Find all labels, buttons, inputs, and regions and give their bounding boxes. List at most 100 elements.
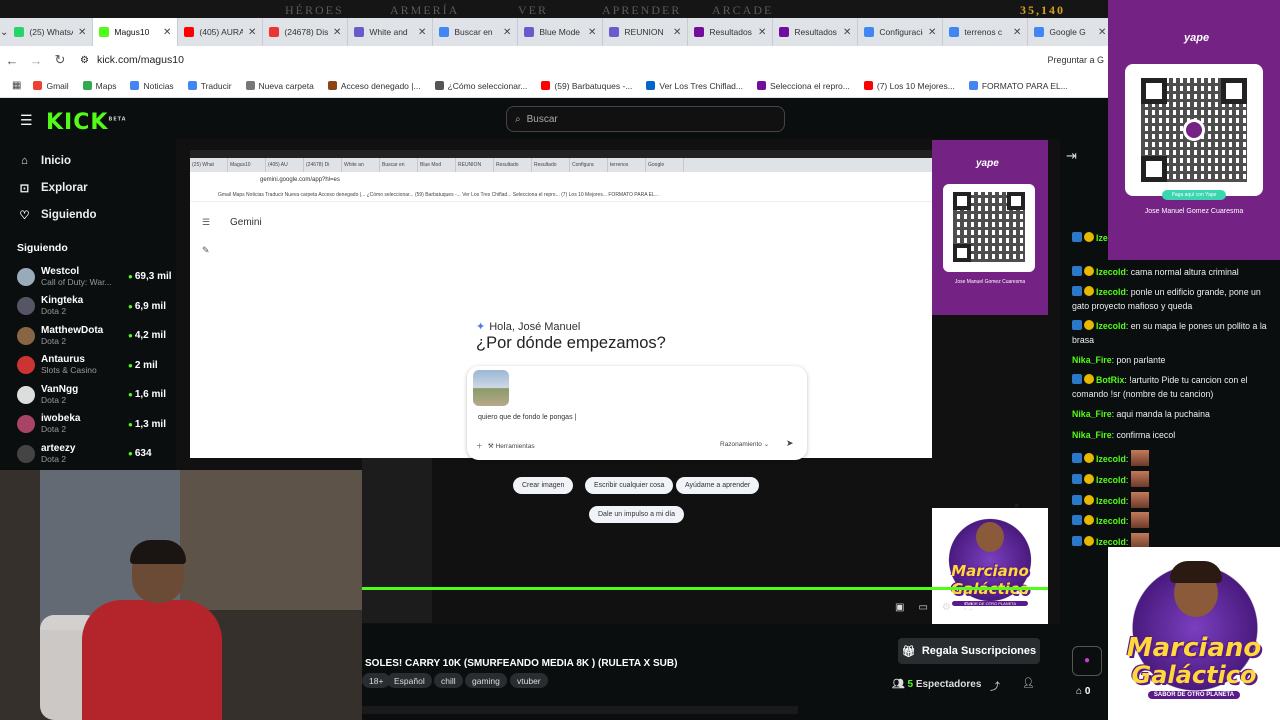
tab-close-icon[interactable]: ✕ [928,27,936,38]
follow-user-icon[interactable]: 👤︎ [1022,678,1035,689]
tag-gaming[interactable]: gaming [465,673,507,688]
bookmark-item[interactable]: Ver Los Tres Chiflad... [646,81,743,91]
following-channel[interactable]: iwobeka Dota 2 ● 1,3 mil [0,410,176,440]
tab-close-icon[interactable]: ✕ [503,27,511,38]
forward-icon[interactable]: → [24,53,48,68]
tab-close-icon[interactable]: ✕ [418,27,426,38]
nav-siguiendo[interactable]: ♡ Siguiendo [0,201,176,228]
bookmark-item[interactable]: FORMATO PARA EL... [968,81,1068,91]
chat-username[interactable]: Nika_Fire [1072,409,1112,419]
theater-icon[interactable]: ▭ [918,602,941,613]
tab-10[interactable]: Configuración ✕ [858,18,944,46]
tab-close-icon[interactable]: ✕ [588,27,596,38]
nav-explorar[interactable]: ⊡ Explorar [0,174,176,201]
sub-badge-icon [1084,536,1094,546]
tab-9[interactable]: Resultados ✕ [773,18,859,46]
bookmark-item[interactable]: Maps [82,81,116,91]
ghost-nav-2: ARMERÍA [390,3,460,17]
following-channel[interactable]: arteezy Dota 2 ● 634 [0,439,176,469]
chat-username[interactable]: Izecold [1096,516,1126,526]
collapse-chat-icon[interactable]: ⇥ [1066,148,1077,164]
bookmark-item[interactable]: Gmail [33,81,69,91]
nav-inicio[interactable]: ⌂ Inicio [0,147,176,174]
search-input[interactable]: ⌕ Buscar [506,106,785,132]
live-dot-icon: ● [128,331,133,341]
following-channel[interactable]: VanNgg Dota 2 ● 1,6 mil [0,380,176,410]
back-icon[interactable]: ← [0,53,24,68]
tab-label: (25) WhatsApp [29,27,73,37]
bookmark-item[interactable]: Traducir [187,81,232,91]
gemini-prompt-text: quiero que de fondo le pongas | [478,414,577,421]
chat-username[interactable]: BotRix [1096,375,1124,385]
avatar [17,444,35,463]
chat-username[interactable]: Izecold [1096,537,1126,547]
chat-username[interactable]: Izecold [1096,267,1126,277]
tab-list-icon[interactable]: ⌄ [0,27,8,38]
reload-icon[interactable]: ↻ [48,52,72,68]
gift-subs-button[interactable]: 🎁︎ Regala Suscripciones [898,638,1040,664]
fullscreen-icon[interactable]: ⛶ [965,602,986,613]
tag-espanol[interactable]: Español [387,673,432,688]
tab-close-icon[interactable]: ✕ [163,27,171,38]
kick-logo[interactable]: KICKBETA [46,110,127,135]
bookmark-item[interactable]: (7) Los 10 Mejores... [863,81,955,91]
menu-icon[interactable]: ☰ [20,112,33,129]
tab-7[interactable]: REUNION ✕ [603,18,689,46]
mini-url: gemini.google.com/app?hl=es [260,177,340,183]
tab-4[interactable]: White and ✕ [348,18,434,46]
pip-icon[interactable]: ▣ [895,602,918,613]
chat-username[interactable]: Izecold [1096,454,1126,464]
users-icon: 👥︎ [892,679,905,690]
following-channel[interactable]: MatthewDota Dota 2 ● 4,2 mil [0,321,176,351]
bookmark-item[interactable]: (59) Barbatuques -... [541,81,632,91]
tab-close-icon[interactable]: ✕ [248,27,256,38]
tab-0[interactable]: (25) WhatsApp ✕ [8,18,94,46]
tab-close-icon[interactable]: ✕ [758,27,766,38]
tag-vtuber[interactable]: vtuber [510,673,548,688]
apps-icon[interactable]: ▦ [12,80,21,91]
ask-google-button[interactable]: Preguntar a G [1047,55,1104,65]
video-progress-bar[interactable] [362,587,1048,590]
site-info-icon[interactable]: ⚙ [80,55,89,66]
tab-close-icon[interactable]: ✕ [1098,27,1106,38]
following-channel[interactable]: Westcol Call of Duty: War... ● 69,3 mil [0,262,176,292]
chat-username[interactable]: Nika_Fire [1072,355,1112,365]
following-channel[interactable]: Antaurus Slots & Casino ● 2 mil [0,351,176,381]
share-icon[interactable]: ⤴ [990,678,1000,693]
tab-11[interactable]: terrenos c ✕ [943,18,1029,46]
bookmark-item[interactable]: Selecciona el repro... [757,81,850,91]
tab-12[interactable]: Google G ✕ [1028,18,1114,46]
chat-username[interactable]: Izecold [1096,287,1126,297]
settings-icon[interactable]: ⚙ [942,602,965,613]
tab-close-icon[interactable]: ✕ [673,27,681,38]
page-scrollbar[interactable] [362,706,798,714]
tab-3[interactable]: (24678) Discord ✕ [263,18,349,46]
tag-chill[interactable]: chill [434,673,463,688]
bookmark-item[interactable]: ¿Cómo seleccionar... [434,81,527,91]
chat-username[interactable]: Izecold [1096,321,1126,331]
webcam-person-body [82,600,222,720]
emote-image [1130,512,1149,528]
url-field[interactable]: ⚙ kick.com/magus10 [80,54,184,66]
avatar [17,297,35,316]
tab-close-icon[interactable]: ✕ [1013,27,1021,38]
tab-close-icon[interactable]: ✕ [333,27,341,38]
tab-2[interactable]: (405) AURA ✕ [178,18,264,46]
tab-close-icon[interactable]: ✕ [843,27,851,38]
chat-username[interactable]: Izecold [1096,496,1126,506]
badge-icon [1072,474,1082,484]
chat-username[interactable]: Nika_Fire [1072,430,1112,440]
gemini-new-chat-icon: ✎ [202,245,210,255]
bookmark-item[interactable]: Acceso denegado |... [327,81,421,91]
tab-6[interactable]: Blue Mode ✕ [518,18,604,46]
bookmark-item[interactable]: Nueva carpeta [245,80,314,91]
tab-8[interactable]: Resultados ✕ [688,18,774,46]
following-channel[interactable]: Kingteka Dota 2 ● 6,9 mil [0,292,176,322]
tab-close-icon[interactable]: ✕ [78,27,86,38]
tab-5[interactable]: Buscar en ✕ [433,18,519,46]
mic-icon[interactable]: ● [1072,646,1102,676]
tab-1[interactable]: Magus10 ✕ [93,18,179,46]
bookmark-label: Nueva carpeta [258,80,314,91]
chat-username[interactable]: Izecold [1096,475,1126,485]
bookmark-item[interactable]: Noticias [130,81,174,91]
